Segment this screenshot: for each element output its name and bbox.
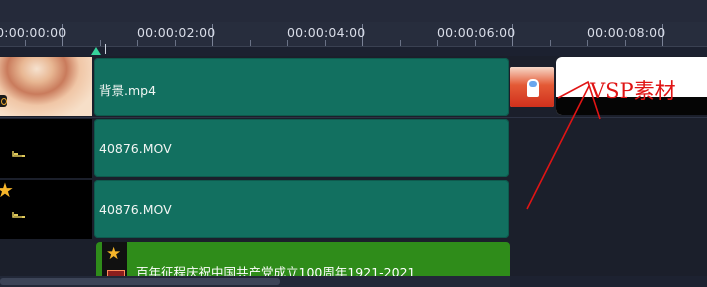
scrollbar-track xyxy=(510,276,707,287)
star-icon: ★ xyxy=(106,244,122,264)
clip-label: 背景.mp4 xyxy=(99,83,157,98)
video-clip[interactable]: 40876.MOV xyxy=(94,180,509,238)
playhead-line[interactable] xyxy=(105,44,106,54)
annotation-label: VSP素材 xyxy=(590,79,676,103)
playhead-marker-icon[interactable] xyxy=(91,47,101,55)
ruler-label-4s: 00:00:04:00 xyxy=(287,25,366,40)
track-thumbnail xyxy=(0,57,92,116)
link-icon xyxy=(12,151,25,157)
ruler-label-6s: 00:00:06:00 xyxy=(437,25,516,40)
link-icon xyxy=(12,212,25,218)
timeline-top-bar xyxy=(0,0,707,22)
video-track-2: 40876.MOV xyxy=(0,118,707,180)
time-ruler[interactable]: 00:00:00:00 00:00:02:00 00:00:04:00 00:0… xyxy=(0,22,707,46)
track-thumbnail: ★ xyxy=(0,180,92,239)
track-thumbnail xyxy=(0,119,92,178)
timeline-panel: 00:00:00:00 00:00:02:00 00:00:04:00 00:0… xyxy=(0,0,707,287)
image-clip[interactable] xyxy=(510,67,554,107)
ruler-label-0: 00:00:00:00 xyxy=(0,25,67,40)
scrollbar-thumb[interactable] xyxy=(0,278,280,285)
ruler-label-8s: 00:00:08:00 xyxy=(587,25,666,40)
video-clip[interactable]: 40876.MOV xyxy=(94,119,509,177)
star-icon: ★ xyxy=(0,178,14,202)
video-track-3: ★ 40876.MOV xyxy=(0,179,707,241)
clip-label: 40876.MOV xyxy=(99,202,172,217)
video-clip[interactable]: 背景.mp4 xyxy=(94,58,509,116)
ruler-label-2s: 00:00:02:00 xyxy=(137,25,216,40)
clip-label: 40876.MOV xyxy=(99,141,172,156)
speaker-icon xyxy=(0,95,7,107)
